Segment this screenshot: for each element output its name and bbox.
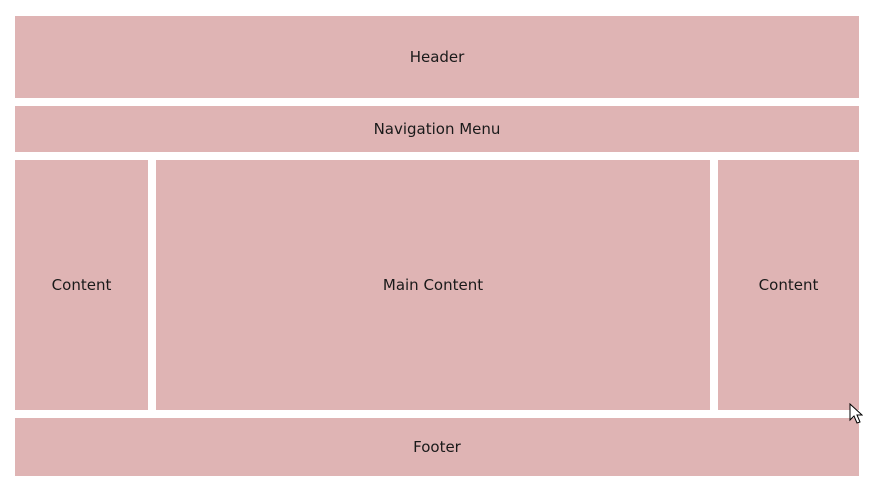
left-content-label: Content (51, 276, 112, 294)
right-content-panel: Content (718, 160, 859, 410)
navigation-menu[interactable]: Navigation Menu (15, 106, 859, 152)
left-content-panel: Content (15, 160, 148, 410)
footer-label: Footer (413, 438, 461, 456)
header-region: Header (15, 16, 859, 98)
navigation-menu-label: Navigation Menu (373, 120, 501, 138)
header-label: Header (409, 48, 465, 66)
right-content-label: Content (758, 276, 819, 294)
footer-region: Footer (15, 418, 859, 476)
main-content-panel: Main Content (156, 160, 710, 410)
main-content-label: Main Content (382, 276, 484, 294)
